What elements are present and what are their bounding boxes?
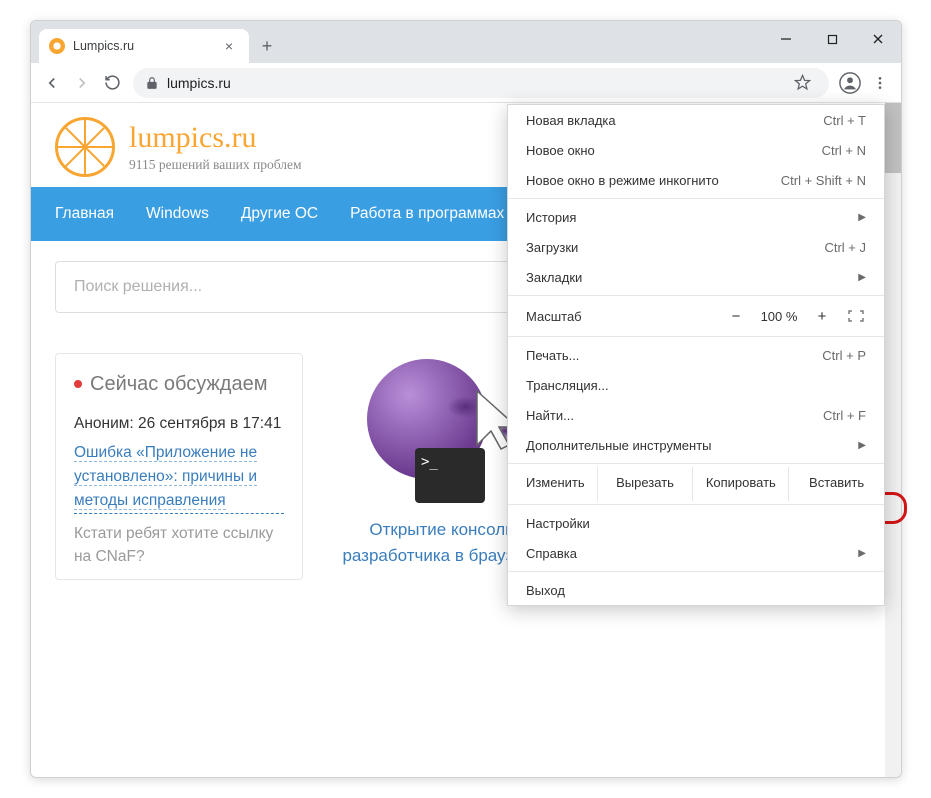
discuss-card: Сейчас обсуждаем Аноним: 26 сентября в 1…	[55, 353, 303, 580]
discuss-link[interactable]: Ошибка «Приложение не установлено»: прич…	[74, 441, 284, 514]
menu-label: Новое окно	[526, 143, 595, 158]
menu-help[interactable]: Справка ▶	[508, 538, 884, 568]
site-subtitle: 9115 решений ваших проблем	[129, 157, 302, 173]
address-bar[interactable]: lumpics.ru	[133, 68, 829, 98]
menu-cast[interactable]: Трансляция...	[508, 370, 884, 400]
menu-label: Новое окно в режиме инкогнито	[526, 173, 719, 188]
menu-settings[interactable]: Настройки	[508, 508, 884, 538]
menu-shortcut: Ctrl + N	[822, 143, 866, 158]
red-dot-icon	[74, 380, 82, 388]
discuss-heading: Сейчас обсуждаем	[74, 372, 284, 397]
maximize-button[interactable]	[809, 21, 855, 57]
menu-new-tab[interactable]: Новая вкладка Ctrl + T	[508, 105, 884, 135]
discuss-meta: Аноним: 26 сентября в 17:41	[74, 415, 284, 433]
fullscreen-icon[interactable]	[838, 303, 874, 329]
menu-cut[interactable]: Вырезать	[598, 467, 694, 501]
menu-shortcut: Ctrl + P	[822, 348, 866, 363]
menu-copy[interactable]: Копировать	[693, 467, 789, 501]
menu-shortcut: Ctrl + Shift + N	[781, 173, 866, 188]
menu-button[interactable]	[865, 68, 895, 98]
tab-title: Lumpics.ru	[73, 39, 219, 53]
menu-edit-label: Изменить	[508, 467, 598, 501]
zoom-out-button[interactable]: −	[720, 303, 752, 329]
menu-separator	[508, 336, 884, 337]
menu-label: Масштаб	[526, 309, 720, 324]
menu-print[interactable]: Печать... Ctrl + P	[508, 340, 884, 370]
menu-label: Справка	[526, 546, 577, 561]
toolbar: lumpics.ru	[31, 63, 901, 103]
menu-label: Настройки	[526, 516, 590, 531]
menu-label: Найти...	[526, 408, 574, 423]
nav-programs[interactable]: Работа в программах	[334, 187, 520, 241]
menu-label: Новая вкладка	[526, 113, 616, 128]
vertical-scrollbar[interactable]	[885, 103, 901, 777]
profile-icon[interactable]	[835, 68, 865, 98]
menu-label: Закладки	[526, 270, 582, 285]
close-button[interactable]	[855, 21, 901, 57]
scrollbar-thumb[interactable]	[885, 103, 901, 173]
tab-close-icon[interactable]: ×	[219, 38, 239, 54]
minimize-button[interactable]	[763, 21, 809, 57]
discuss-link-text: Ошибка «Приложение не установлено»: прич…	[74, 444, 257, 510]
new-tab-button[interactable]: +	[253, 32, 281, 60]
menu-label: История	[526, 210, 576, 225]
nav-other-os[interactable]: Другие ОС	[225, 187, 334, 241]
back-button[interactable]	[37, 68, 67, 98]
url-text: lumpics.ru	[167, 75, 231, 91]
menu-exit[interactable]: Выход	[508, 575, 884, 605]
menu-label: Трансляция...	[526, 378, 609, 393]
window-controls	[763, 21, 901, 57]
nav-home[interactable]: Главная	[39, 187, 130, 241]
site-title: lumpics.ru	[129, 121, 302, 155]
menu-edit-row: Изменить Вырезать Копировать Вставить	[508, 467, 884, 501]
tab-favicon-icon	[49, 38, 65, 54]
menu-history[interactable]: История ▶	[508, 202, 884, 232]
chrome-main-menu: Новая вкладка Ctrl + T Новое окно Ctrl + N…	[507, 104, 885, 606]
discuss-body: Кстати ребят хотите ссылку на CNaF?	[74, 522, 284, 569]
menu-shortcut: Ctrl + F	[823, 408, 866, 423]
star-icon[interactable]	[787, 68, 817, 98]
discuss-heading-text: Сейчас обсуждаем	[90, 372, 267, 397]
chevron-right-icon: ▶	[858, 272, 866, 283]
menu-label: Дополнительные инструменты	[526, 438, 712, 453]
chevron-right-icon: ▶	[858, 212, 866, 223]
menu-separator	[508, 463, 884, 464]
menu-separator	[508, 571, 884, 572]
chevron-right-icon: ▶	[858, 440, 866, 451]
menu-incognito[interactable]: Новое окно в режиме инкогнито Ctrl + Shif…	[508, 165, 884, 195]
menu-downloads[interactable]: Загрузки Ctrl + J	[508, 232, 884, 262]
menu-shortcut: Ctrl + J	[824, 240, 866, 255]
menu-paste[interactable]: Вставить	[789, 467, 884, 501]
browser-tab[interactable]: Lumpics.ru ×	[39, 29, 249, 63]
zoom-value: 100 %	[752, 309, 806, 324]
menu-label: Печать...	[526, 348, 579, 363]
menu-zoom-row: Масштаб − 100 % +	[508, 299, 884, 333]
menu-find[interactable]: Найти... Ctrl + F	[508, 400, 884, 430]
menu-separator	[508, 198, 884, 199]
menu-separator	[508, 295, 884, 296]
menu-label: Выход	[526, 583, 565, 598]
nav-windows[interactable]: Windows	[130, 187, 225, 241]
menu-shortcut: Ctrl + T	[823, 113, 866, 128]
menu-more-tools[interactable]: Дополнительные инструменты ▶	[508, 430, 884, 460]
menu-bookmarks[interactable]: Закладки ▶	[508, 262, 884, 292]
article-thumb-console-icon: >_	[367, 353, 517, 503]
menu-separator	[508, 504, 884, 505]
lock-icon	[145, 76, 159, 90]
menu-new-window[interactable]: Новое окно Ctrl + N	[508, 135, 884, 165]
title-bar: Lumpics.ru × +	[31, 21, 901, 63]
menu-label: Загрузки	[526, 240, 578, 255]
forward-button[interactable]	[67, 68, 97, 98]
site-logo-icon	[55, 117, 115, 177]
zoom-in-button[interactable]: +	[806, 303, 838, 329]
reload-button[interactable]	[97, 68, 127, 98]
chevron-right-icon: ▶	[858, 548, 866, 559]
